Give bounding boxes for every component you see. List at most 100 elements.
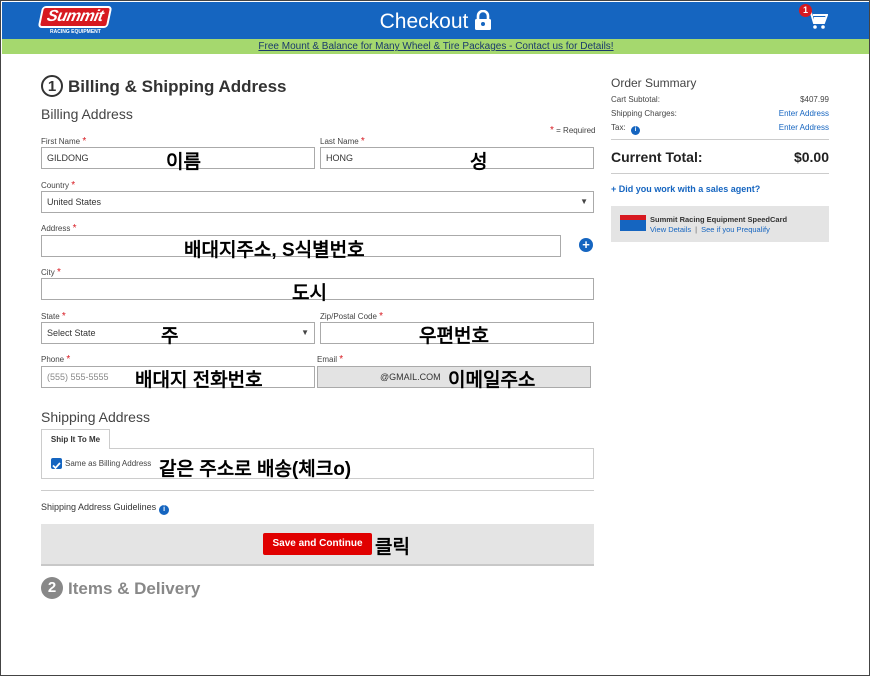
state-value: Select State [47, 328, 96, 338]
tax-label: Tax: [611, 123, 626, 132]
required-marker: * [339, 354, 344, 365]
info-icon[interactable]: i [630, 126, 640, 135]
current-total-row: Current Total: $0.00 [611, 149, 829, 165]
cart-icon[interactable] [808, 12, 829, 35]
first-name-label: First Name * [41, 136, 86, 147]
shipping-charges-label: Shipping Charges: [611, 109, 677, 118]
speedcard-title: Summit Racing Equipment SpeedCard [650, 215, 788, 224]
city-annotation: 도시 [292, 283, 327, 304]
state-annotation: 주 [161, 326, 179, 347]
shipping-charges-row: Shipping Charges: Enter Address [611, 109, 829, 118]
shipping-address-heading: Shipping Address [41, 409, 150, 425]
page-title-text: Checkout [379, 10, 469, 33]
same-as-billing-label: Same as Billing Address [65, 459, 152, 468]
shipping-guidelines-text: Shipping Address Guidelines [41, 502, 157, 512]
phone-label-text: Phone [41, 355, 65, 364]
step-title: Billing & Shipping Address [68, 77, 287, 96]
country-select[interactable]: United States ▼ [41, 191, 594, 213]
divider [611, 173, 829, 174]
city-label: City * [41, 267, 61, 278]
required-marker: * [550, 125, 554, 136]
checkmark-icon [52, 462, 61, 470]
zip-annotation: 우편번호 [419, 326, 489, 347]
checkbox-annotation: 같은 주소로 배송(체크o) [159, 459, 352, 480]
save-and-continue-button[interactable]: Save and Continue [263, 533, 372, 555]
promo-banner[interactable]: Free Mount & Balance for Many Wheel & Ti… [2, 39, 869, 54]
email-value: @GMAIL.COM [380, 372, 441, 382]
cart-subtotal-label: Cart Subtotal: [611, 95, 660, 104]
zip-label-text: Zip/Postal Code [320, 312, 377, 321]
promo-link[interactable]: Free Mount & Balance for Many Wheel & Ti… [258, 41, 613, 52]
lock-icon [474, 9, 492, 36]
required-marker: * [71, 180, 76, 191]
speedcard-links: View Details | See if you Prequalify [650, 225, 770, 234]
save-annotation: 클릭 [375, 537, 410, 558]
same-as-billing-checkbox[interactable] [51, 458, 62, 470]
phone-placeholder: (555) 555-5555 [47, 372, 109, 382]
step-title[interactable]: Items & Delivery [68, 579, 200, 599]
phone-label: Phone * [41, 354, 70, 365]
add-address-line-icon[interactable]: + [579, 238, 593, 252]
order-summary-title: Order Summary [611, 76, 697, 90]
phone-annotation: 배대지 전화번호 [135, 370, 263, 391]
city-label-text: City [41, 268, 55, 277]
tab-ship-it-to-me[interactable]: Ship It To Me [41, 429, 110, 449]
first-name-annotation: 이름 [166, 152, 201, 173]
info-icon[interactable]: i [159, 505, 170, 515]
state-label: State * [41, 311, 66, 322]
first-name-value: GILDONG [47, 153, 89, 163]
required-marker: * [379, 311, 384, 322]
current-total-label: Current Total: [611, 149, 703, 165]
link-separator: | [695, 225, 698, 234]
current-total-value: $0.00 [793, 149, 829, 165]
speedcard-prequalify-link[interactable]: See if you Prequalify [701, 225, 770, 234]
divider [611, 139, 829, 140]
required-note: * = Required [550, 125, 596, 136]
cart-subtotal-row: Cart Subtotal: $407.99 [611, 95, 829, 104]
address-label: Address * [41, 223, 77, 234]
address-annotation: 배대지주소, S식별번호 [184, 240, 365, 261]
shipping-guidelines[interactable]: Shipping Address Guidelines i [41, 502, 170, 515]
cart-count-badge: 1 [799, 4, 812, 17]
last-name-input[interactable]: HONG [320, 147, 594, 169]
last-name-annotation: 성 [470, 152, 488, 173]
shipping-enter-address-link[interactable]: Enter Address [779, 109, 829, 118]
dropdown-arrow-icon: ▼ [580, 197, 588, 206]
last-name-label: Last Name * [320, 136, 365, 147]
divider [41, 490, 594, 491]
required-marker: * [57, 267, 61, 278]
country-label-text: Country [41, 181, 70, 190]
checkout-page: Summit RACING EQUIPMENT Checkout 1 Free … [0, 0, 870, 676]
address-label-text: Address [41, 224, 71, 233]
billing-address-heading: Billing Address [41, 106, 133, 122]
step-number-badge: 2 [41, 577, 63, 599]
last-name-label-text: Last Name [320, 137, 359, 146]
speedcard-view-details-link[interactable]: View Details [650, 225, 691, 234]
country-value: United States [47, 197, 102, 207]
country-label: Country * [41, 180, 75, 191]
email-label: Email * [317, 354, 343, 365]
zip-label: Zip/Postal Code * [320, 311, 383, 322]
cart-subtotal-value: $407.99 [800, 95, 829, 104]
first-name-label-text: First Name [41, 137, 81, 146]
tax-row: Tax: i Enter Address [611, 123, 829, 135]
email-label-text: Email [317, 355, 338, 364]
sales-agent-link[interactable]: + Did you work with a sales agent? [611, 184, 760, 194]
step-number-badge: 1 [41, 75, 63, 97]
required-marker: * [66, 354, 71, 365]
required-marker: * [82, 136, 87, 147]
required-marker: * [360, 136, 365, 147]
tax-enter-address-link[interactable]: Enter Address [779, 123, 829, 132]
last-name-value: HONG [326, 153, 353, 163]
required-marker: * [72, 223, 77, 234]
dropdown-arrow-icon: ▼ [301, 328, 309, 337]
credit-card-icon [620, 215, 646, 231]
required-marker: * [61, 311, 66, 322]
email-annotation: 이메일주소 [448, 370, 536, 391]
page-title: Checkout [2, 9, 869, 36]
required-note-text: = Required [556, 126, 596, 135]
state-label-text: State [41, 312, 60, 321]
save-bar: Save and Continue [41, 524, 594, 566]
site-header: Summit RACING EQUIPMENT Checkout 1 [2, 2, 869, 39]
speedcard-promo: Summit Racing Equipment SpeedCard View D… [611, 206, 829, 242]
